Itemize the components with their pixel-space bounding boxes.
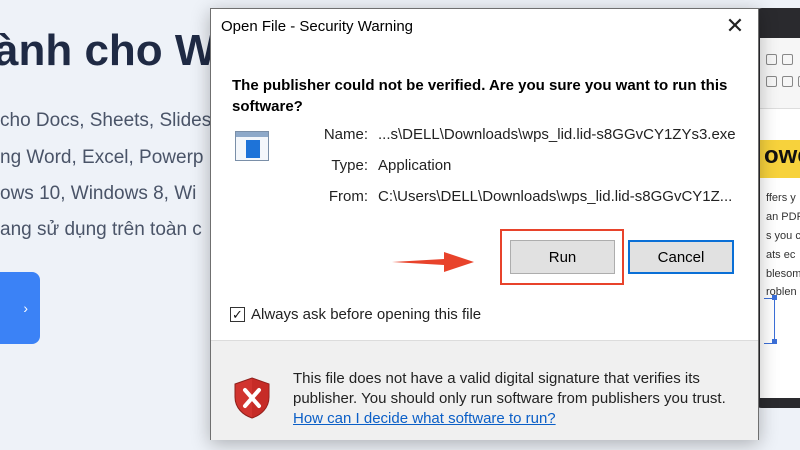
footer-message: This file does not have a valid digital … <box>293 369 733 429</box>
preview-banner-text: owe <box>764 142 800 169</box>
file-from-label: From: <box>328 188 368 205</box>
preview-toolbar <box>760 38 800 109</box>
preview-banner: owe <box>760 140 800 178</box>
preview-text-line: blesom <box>766 268 800 280</box>
background-text-line: ows 10, Windows 8, Wi <box>0 183 197 204</box>
preview-text-line: s you c <box>766 230 800 242</box>
toolbar-icon <box>766 76 777 87</box>
preview-text-line: ffers y <box>766 192 796 204</box>
file-name-label: Name: <box>323 126 368 143</box>
red-arrow-icon <box>392 252 474 272</box>
footer-warning-text: This file does not have a valid digital … <box>293 370 726 407</box>
preview-text-line: roblen <box>766 286 797 298</box>
toolbar-icon <box>782 76 793 87</box>
always-ask-option[interactable]: ✓ Always ask before opening this file <box>230 306 481 323</box>
warning-headline: The publisher could not be verified. Are… <box>232 77 728 115</box>
dialog-title: Open File - Security Warning <box>221 18 414 35</box>
preview-text-line: an PDF <box>766 211 800 223</box>
toolbar-icon <box>766 54 777 65</box>
background-heading: ành cho W <box>0 26 217 75</box>
chevron-right-icon: › <box>23 300 28 316</box>
background-text-line: ang sử dụng trên toàn c <box>0 219 202 240</box>
background-download-button[interactable]: › <box>0 272 40 344</box>
file-type-value: Application <box>378 157 452 174</box>
always-ask-label: Always ask before opening this file <box>251 306 482 323</box>
background-text-line: ng Word, Excel, Powerp <box>0 147 204 168</box>
close-icon: ✕ <box>725 13 745 38</box>
file-name-value: ...s\DELL\Downloads\wps_lid.lid-s8GGvCY1… <box>378 126 736 143</box>
preview-text-line: ats ec <box>766 249 796 261</box>
run-button[interactable]: Run <box>510 240 615 274</box>
file-type-label: Type: <box>331 157 368 174</box>
shield-warning-icon <box>234 377 270 419</box>
toolbar-icon <box>782 54 793 65</box>
selection-handle <box>772 295 777 300</box>
background-text-line: cho Docs, Sheets, Slides <box>0 110 212 131</box>
application-file-icon <box>235 131 269 161</box>
preview-selection-box <box>764 298 775 344</box>
cancel-button[interactable]: Cancel <box>628 240 734 274</box>
always-ask-checkbox[interactable]: ✓ <box>230 307 245 322</box>
selection-handle <box>772 339 777 344</box>
file-from-value: C:\Users\DELL\Downloads\wps_lid.lid-s8GG… <box>378 188 733 205</box>
dialog-titlebar[interactable]: Open File - Security Warning ✕ <box>211 9 758 43</box>
help-link[interactable]: How can I decide what software to run? <box>293 410 556 427</box>
close-button[interactable]: ✕ <box>712 9 758 43</box>
laptop-preview-image: owe ffers y an PDF s you c ats ec blesom… <box>752 8 800 408</box>
